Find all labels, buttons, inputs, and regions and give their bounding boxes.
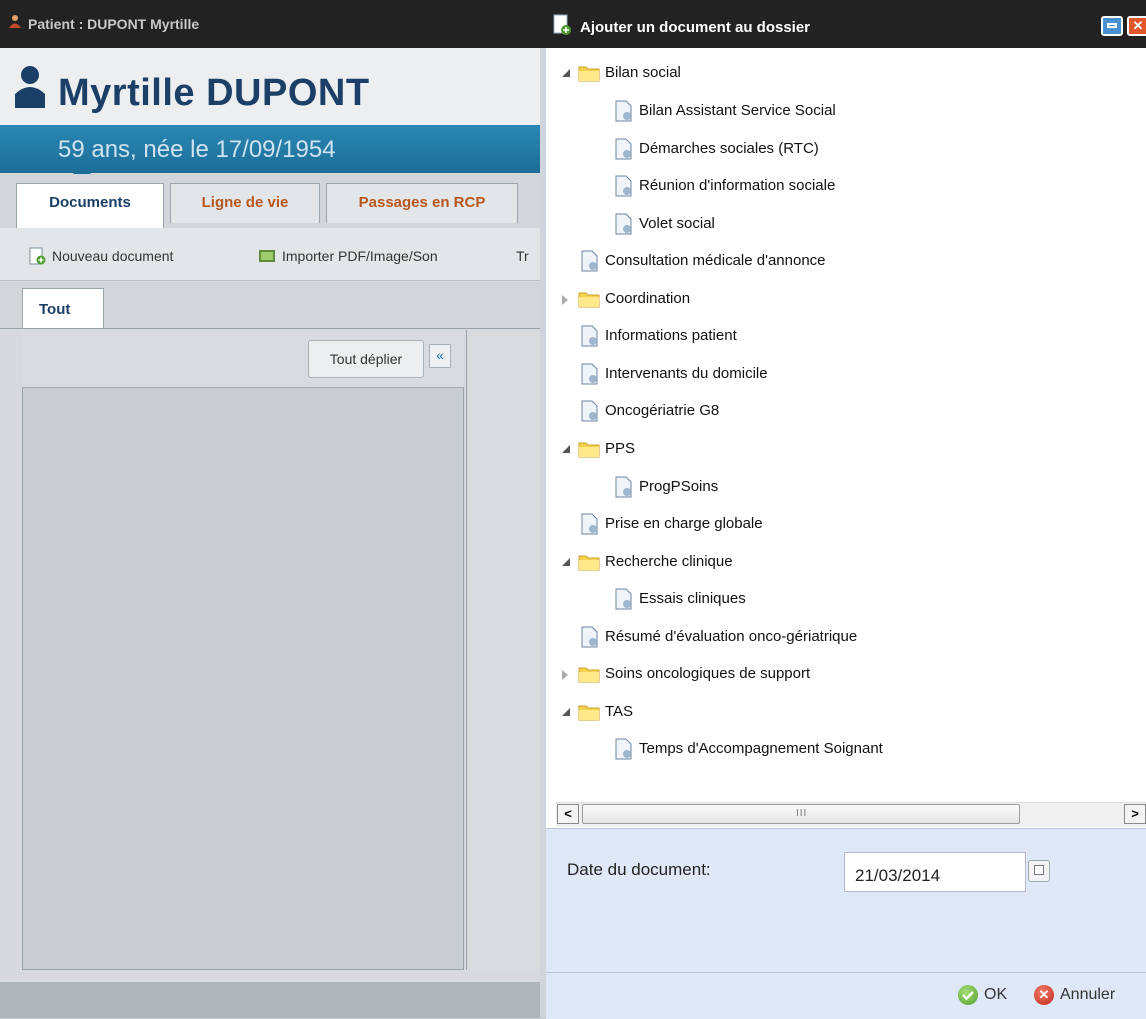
expanded-arrow-icon[interactable]: [562, 708, 570, 716]
document-icon: [581, 626, 598, 648]
close-icon[interactable]: ✕: [1127, 16, 1146, 36]
folder-icon: [578, 292, 600, 308]
folder-icon: [578, 705, 600, 721]
expanded-arrow-icon[interactable]: [562, 558, 570, 566]
patient-icon: [9, 15, 21, 28]
folder-icon: [578, 66, 600, 82]
dialog-footer: [546, 972, 1146, 1019]
document-icon: [581, 363, 598, 385]
document-icon: [615, 175, 632, 197]
add-document-icon: [553, 14, 571, 35]
document-icon: [581, 400, 598, 422]
document-icon: [581, 250, 598, 272]
calendar-icon[interactable]: [1028, 860, 1050, 882]
new-document-icon: [29, 247, 46, 265]
patient-age: 59 ans, née le 17/09/1954: [58, 136, 336, 163]
document-viewer-area: [466, 330, 546, 970]
patient-window-titlebar: Patient : DUPONT Myrtille: [0, 0, 545, 48]
expanded-arrow-icon[interactable]: [562, 445, 570, 453]
person-icon: [15, 66, 45, 108]
subtab-tout[interactable]: Tout: [22, 288, 104, 328]
collapsed-arrow-icon[interactable]: [562, 670, 568, 680]
date-panel: [546, 828, 1146, 973]
scroll-left-button[interactable]: <: [557, 804, 579, 824]
scroll-right-button[interactable]: >: [1124, 804, 1146, 824]
folder-icon: [578, 442, 600, 458]
date-label: Date du document:: [567, 860, 711, 879]
dialog-title: Ajouter un document au dossier: [580, 19, 811, 36]
expanded-arrow-icon[interactable]: [562, 69, 570, 77]
patient-statusbar: [0, 982, 545, 1018]
folder-icon: [578, 555, 600, 571]
document-icon: [615, 588, 632, 610]
cross-circle-icon: ✕: [1034, 985, 1054, 1005]
document-icon: [615, 738, 632, 760]
check-circle-icon: [958, 985, 978, 1005]
document-icon: [615, 138, 632, 160]
document-type-tree: Bilan social Bilan Assistant Service Soc…: [546, 48, 1146, 800]
collapsed-arrow-icon[interactable]: [562, 295, 568, 305]
import-icon: [259, 250, 275, 262]
collapse-panel-button[interactable]: «: [429, 344, 451, 368]
folder-icon: [578, 667, 600, 683]
document-icon: [615, 213, 632, 235]
document-tree-panel: [22, 330, 464, 970]
maximize-icon[interactable]: [1101, 16, 1123, 36]
document-icon: [615, 100, 632, 122]
scroll-grip-icon: III: [796, 808, 808, 819]
document-icon: [615, 476, 632, 498]
document-icon: [581, 513, 598, 535]
tab-ligne-de-vie[interactable]: Ligne de vie: [170, 183, 320, 223]
expand-all-button[interactable]: Tout déplier: [308, 340, 424, 378]
document-icon: [581, 325, 598, 347]
patient-window-title: Patient : DUPONT Myrtille: [28, 16, 200, 32]
document-date-input[interactable]: [844, 852, 1026, 892]
patient-name: Myrtille DUPONT: [58, 72, 370, 114]
tab-passages-en-rcp[interactable]: Passages en RCP: [326, 183, 518, 223]
tab-documents[interactable]: Documents: [16, 183, 164, 228]
